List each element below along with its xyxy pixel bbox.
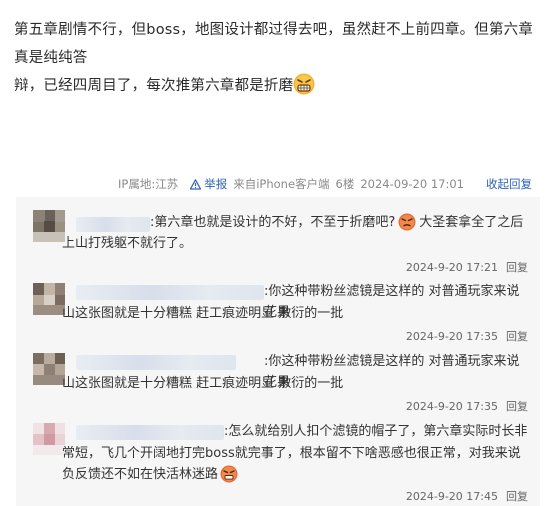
reply-button[interactable]: 回复 [506,330,528,343]
avatar[interactable] [33,353,65,385]
reply-meta: 2024-9-20 17:35 回复 [406,398,528,414]
post-content: 第五章剧情不行，但boss，地图设计都过得去吧，虽然赶不上前四章。但第六章真是纯… [14,16,538,100]
post-line-2: 辩，已经四周目了，每次推第六章都是折磨 [14,72,538,100]
reply-text: :第六章也就是设计的不好，不至于折磨吧? [150,215,396,230]
source-client: 来自iPhone客户端 [233,177,330,191]
reply-button[interactable]: 回复 [506,490,528,503]
report-label: 举报 [204,177,228,191]
report-button[interactable]: 举报 [190,176,227,192]
reply-time: 2024-9-20 17:35 [405,400,498,413]
avatar[interactable] [33,423,65,455]
post-line-1: 第五章剧情不行，但boss，地图设计都过得去吧，虽然赶不上前四章。但第六章真是纯… [14,22,534,66]
reply-text-line-3: 负反馈还不如在快活林迷路 [62,464,532,485]
reply-text: 负反馈还不如在快活林迷路 [62,467,219,482]
floor-number: 6楼 [335,177,355,191]
reply-time: 2024-9-20 17:45 [405,490,498,503]
avatar[interactable] [33,283,65,315]
reply-button[interactable]: 回复 [506,400,528,413]
reply-button[interactable]: 回复 [506,261,528,274]
reply-list: :第六章也就是设计的不好，不至于折磨吧? 大圣套拿全了之后 上山打残躯不就行了。 … [16,197,540,506]
reply-text-line-1: :第六章也就是设计的不好，不至于折磨吧? 大圣套拿全了之后 [62,212,532,233]
reply-meta: 2024-9-20 17:21 回复 [406,259,528,275]
reply-text-line-2: 山这张图就是十分糟糕 赶工痕迹明显 敷衍的一批 [62,376,344,391]
avatar[interactable] [33,210,65,242]
angry-emoji-icon [398,213,416,231]
reply-text-line-2: 常短，飞几个开阔地打完boss就完事了，根本留不下啥恶感也很正常，对我来说 [62,446,521,461]
reply-text-continued: 大圣套拿全了之后 [419,215,524,230]
reply-time: 2024-9-20 17:35 [405,330,498,343]
ip-location: IP属地:江苏 [118,177,179,191]
reply-text-line-2: 上山打残躯不就行了。 [62,236,193,251]
reply-meta: 2024-9-20 17:45 回复 [406,488,528,504]
collapse-replies-button[interactable]: 收起回复 [486,176,532,192]
reply-time: 2024-9-20 17:21 [405,261,498,274]
post-time: 2024-09-20 17:01 [360,177,464,191]
reply-text-line-2: 山这张图就是十分糟糕 赶工痕迹明显 敷衍的一批 [62,306,344,321]
post-meta-bar: IP属地:江苏 举报 来自iPhone客户端 6楼 2024-09-20 17:… [112,176,532,192]
reply-meta: 2024-9-20 17:35 回复 [406,328,528,344]
angry-emoji-icon [220,465,238,483]
warning-icon [190,178,202,190]
post-line-2-text: 辩，已经四周目了，每次推第六章都是折磨 [14,78,294,94]
reply-text-line-1: :怎么就给别人扣个滤镜的帽子了，第六章实际时长非 [224,424,528,439]
grimace-emoji-icon [293,73,315,95]
